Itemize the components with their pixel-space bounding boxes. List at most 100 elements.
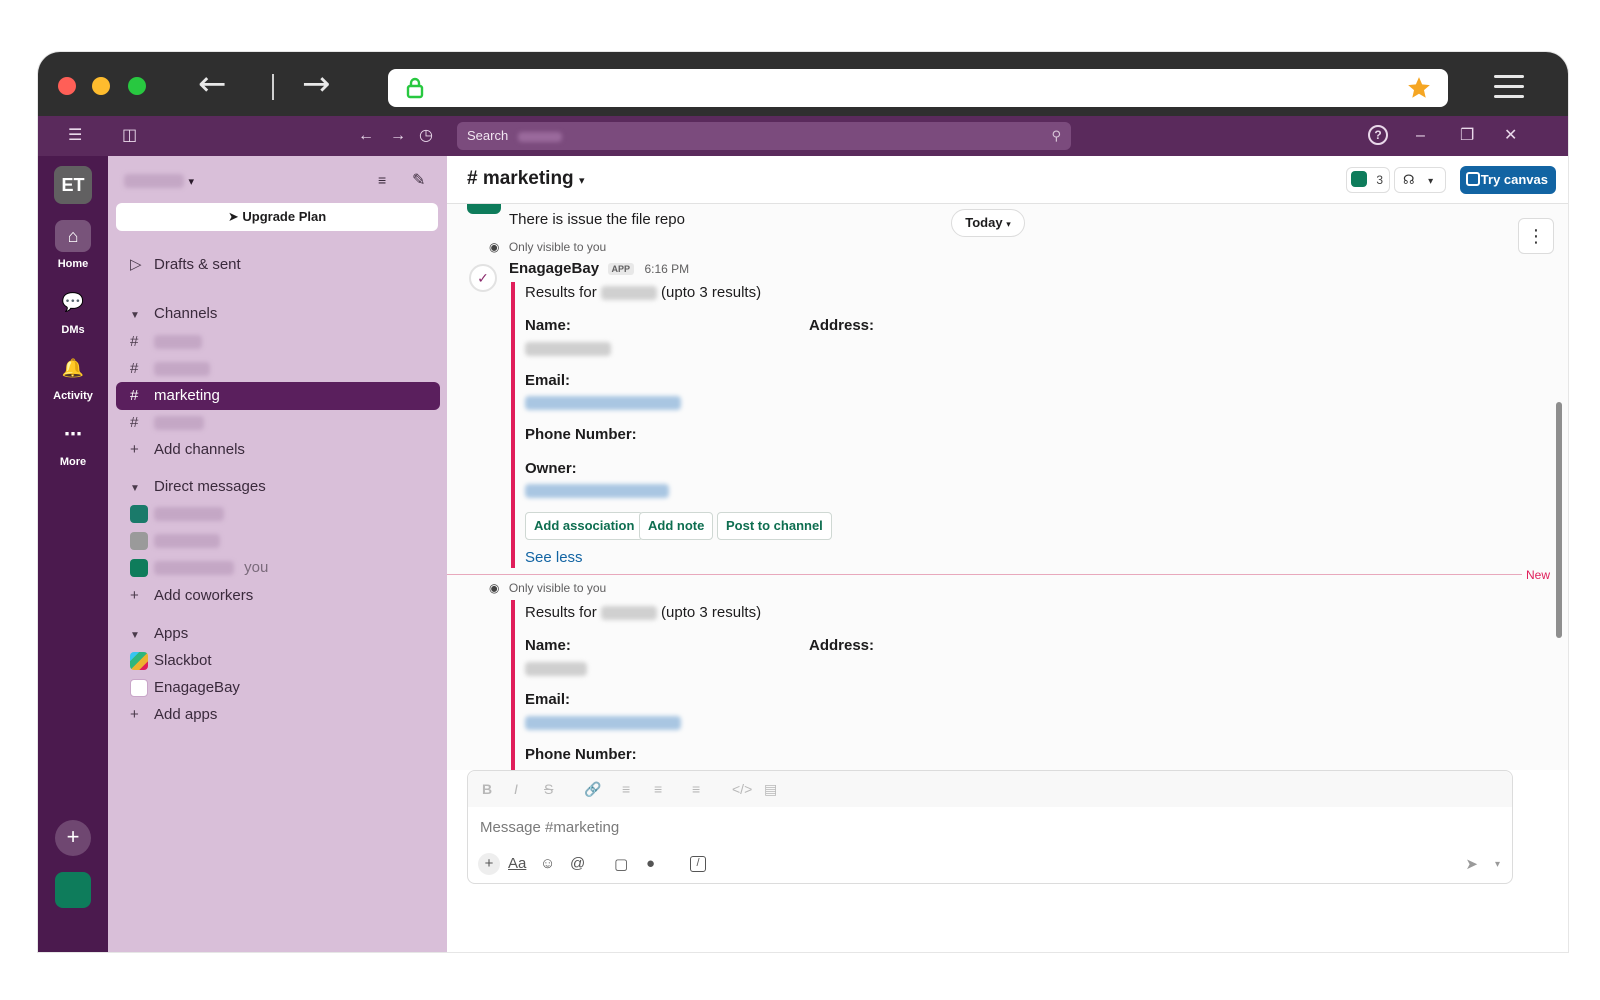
channel-name-redacted bbox=[154, 416, 204, 431]
message-input[interactable]: Message #marketing bbox=[480, 819, 619, 836]
rail-more[interactable]: ⋯ More bbox=[38, 418, 108, 468]
workspace-avatar[interactable]: ET bbox=[54, 166, 92, 204]
add-workspace-button[interactable]: + bbox=[55, 820, 91, 856]
bullet-list-icon[interactable]: ≡ bbox=[654, 781, 662, 797]
upgrade-plan-button[interactable]: ➤ Upgrade Plan bbox=[116, 203, 438, 231]
app-item-slackbot[interactable]: Slackbot bbox=[116, 647, 440, 675]
members-button[interactable]: 3 bbox=[1346, 167, 1390, 193]
add-channels-button[interactable]: + Add channels bbox=[116, 436, 440, 464]
channels-section-header[interactable]: ▼ Channels bbox=[116, 300, 440, 328]
code-block-icon[interactable]: ▤ bbox=[764, 781, 777, 798]
post-to-channel-button[interactable]: Post to channel bbox=[717, 512, 832, 540]
message-composer: B I S 🔗 ≡ ≡ ≡ </> ▤ Message #marketing +… bbox=[467, 770, 1513, 884]
see-less-link[interactable]: See less bbox=[525, 549, 583, 566]
feed-scrollbar[interactable] bbox=[1556, 402, 1562, 638]
rocket-icon: ➤ bbox=[227, 209, 239, 224]
forward-arrow-icon[interactable]: → bbox=[302, 67, 331, 101]
try-canvas-label: Try canvas bbox=[1480, 172, 1548, 187]
app-badge: APP bbox=[607, 262, 635, 275]
chevron-down-icon[interactable]: ▾ bbox=[1495, 859, 1500, 870]
text-format-icon[interactable]: Aa bbox=[508, 855, 526, 872]
strikethrough-icon[interactable]: S bbox=[544, 781, 553, 797]
plus-icon[interactable]: + bbox=[478, 853, 500, 875]
minimize-window-button[interactable] bbox=[92, 77, 110, 95]
address-label: Address: bbox=[809, 317, 875, 334]
apps-header-label: Apps bbox=[154, 625, 189, 642]
workspace-name[interactable]: ▾ bbox=[124, 172, 194, 194]
blockquote-icon[interactable]: ≡ bbox=[692, 781, 700, 797]
channel-title-label: # marketing bbox=[467, 168, 574, 189]
star-icon[interactable] bbox=[1406, 75, 1432, 101]
message-time[interactable]: 6:16 PM bbox=[644, 262, 689, 276]
results-prefix: Results for bbox=[525, 284, 597, 301]
caret-down-icon: ▼ bbox=[130, 310, 140, 321]
filter-icon[interactable]: ≡ bbox=[378, 172, 386, 188]
sidebar-channel-2[interactable]: # bbox=[116, 355, 440, 383]
more-actions-button[interactable]: ⋮ bbox=[1518, 218, 1554, 254]
user-avatar[interactable] bbox=[55, 872, 91, 908]
huddle-button[interactable]: ☊ ▾ bbox=[1394, 167, 1446, 193]
apps-section-header[interactable]: ▼ Apps bbox=[116, 620, 440, 648]
emoji-icon[interactable]: ☺ bbox=[540, 855, 555, 872]
address-bar[interactable] bbox=[388, 69, 1448, 107]
slash-command-icon[interactable]: / bbox=[690, 856, 706, 872]
sidebar-channel-marketing[interactable]: # marketing bbox=[116, 382, 440, 410]
results-line-2: Results for (upto 3 results) bbox=[525, 604, 761, 621]
channel-header: # marketing ▾ 3 ☊ ▾ Try canvas bbox=[447, 156, 1568, 204]
sidebar-channel-1[interactable]: # bbox=[116, 328, 440, 356]
owner-value-redacted[interactable] bbox=[525, 484, 669, 498]
bold-icon[interactable]: B bbox=[482, 781, 492, 797]
add-association-button[interactable]: Add association bbox=[525, 512, 644, 540]
close-icon[interactable]: ✕ bbox=[1504, 126, 1517, 146]
try-canvas-button[interactable]: Try canvas bbox=[1460, 166, 1556, 194]
email-label: Email: bbox=[525, 372, 571, 389]
chevron-down-icon: ▾ bbox=[1428, 176, 1434, 187]
workspace-rail: ET ⌂ Home 💬 DMs 🔔 Activity ⋯ More + bbox=[38, 156, 108, 952]
link-icon[interactable]: 🔗 bbox=[584, 781, 601, 798]
dm-item-2[interactable] bbox=[116, 527, 440, 555]
microphone-icon[interactable]: ● bbox=[646, 855, 655, 872]
history-back-icon[interactable]: ← bbox=[358, 126, 374, 146]
app-item-enagagebay[interactable]: EnagageBay bbox=[116, 674, 440, 702]
dm-section-header[interactable]: ▼ Direct messages bbox=[116, 473, 440, 501]
sidebar-channel-4[interactable]: # bbox=[116, 409, 440, 437]
add-note-button[interactable]: Add note bbox=[639, 512, 714, 540]
enagagebay-icon bbox=[130, 679, 148, 698]
search-input[interactable]: Search ⚲ bbox=[457, 122, 1071, 150]
add-coworkers-button[interactable]: + Add coworkers bbox=[116, 582, 440, 610]
dm-item-1[interactable] bbox=[116, 500, 440, 528]
mention-icon[interactable]: @ bbox=[570, 855, 585, 872]
email-value-redacted-2[interactable] bbox=[525, 716, 681, 730]
browser-menu-icon[interactable] bbox=[1494, 75, 1524, 98]
code-icon[interactable]: </> bbox=[732, 781, 752, 797]
menu-icon[interactable]: ☰ bbox=[68, 126, 82, 146]
name-value-redacted bbox=[525, 342, 611, 356]
sidebar-toggle-icon[interactable]: ◫ bbox=[122, 126, 137, 146]
italic-icon[interactable]: I bbox=[514, 781, 518, 797]
dm-item-self[interactable]: you bbox=[116, 554, 440, 582]
email-value-redacted[interactable] bbox=[525, 396, 681, 410]
restore-icon[interactable]: ❐ bbox=[1460, 126, 1474, 146]
close-window-button[interactable] bbox=[58, 77, 76, 95]
channel-title[interactable]: # marketing ▾ bbox=[467, 168, 584, 190]
enagagebay-avatar[interactable]: ✓ bbox=[469, 264, 497, 292]
results-suffix: (upto 3 results) bbox=[661, 284, 762, 301]
help-icon[interactable]: ? bbox=[1368, 125, 1388, 145]
rail-dms[interactable]: 💬 DMs bbox=[38, 286, 108, 336]
video-icon[interactable]: ▢ bbox=[614, 855, 628, 873]
sidebar-item-drafts[interactable]: ▷ Drafts & sent bbox=[116, 251, 440, 279]
ordered-list-icon[interactable]: ≡ bbox=[622, 781, 630, 797]
date-divider-today[interactable]: Today ▾ bbox=[951, 209, 1025, 237]
rail-activity[interactable]: 🔔 Activity bbox=[38, 352, 108, 402]
back-arrow-icon[interactable]: ← bbox=[198, 67, 227, 101]
home-icon: ⌂ bbox=[55, 220, 91, 252]
send-icon[interactable]: ➤ bbox=[1465, 855, 1478, 873]
history-icon[interactable]: ◷ bbox=[419, 126, 433, 146]
history-forward-icon[interactable]: → bbox=[390, 126, 406, 146]
minimize-icon[interactable]: – bbox=[1416, 126, 1425, 146]
sender-name[interactable]: EnagageBay bbox=[509, 260, 599, 277]
add-apps-button[interactable]: + Add apps bbox=[116, 701, 440, 729]
maximize-window-button[interactable] bbox=[128, 77, 146, 95]
rail-home[interactable]: ⌂ Home bbox=[38, 220, 108, 270]
compose-icon[interactable]: ✎ bbox=[412, 170, 425, 190]
